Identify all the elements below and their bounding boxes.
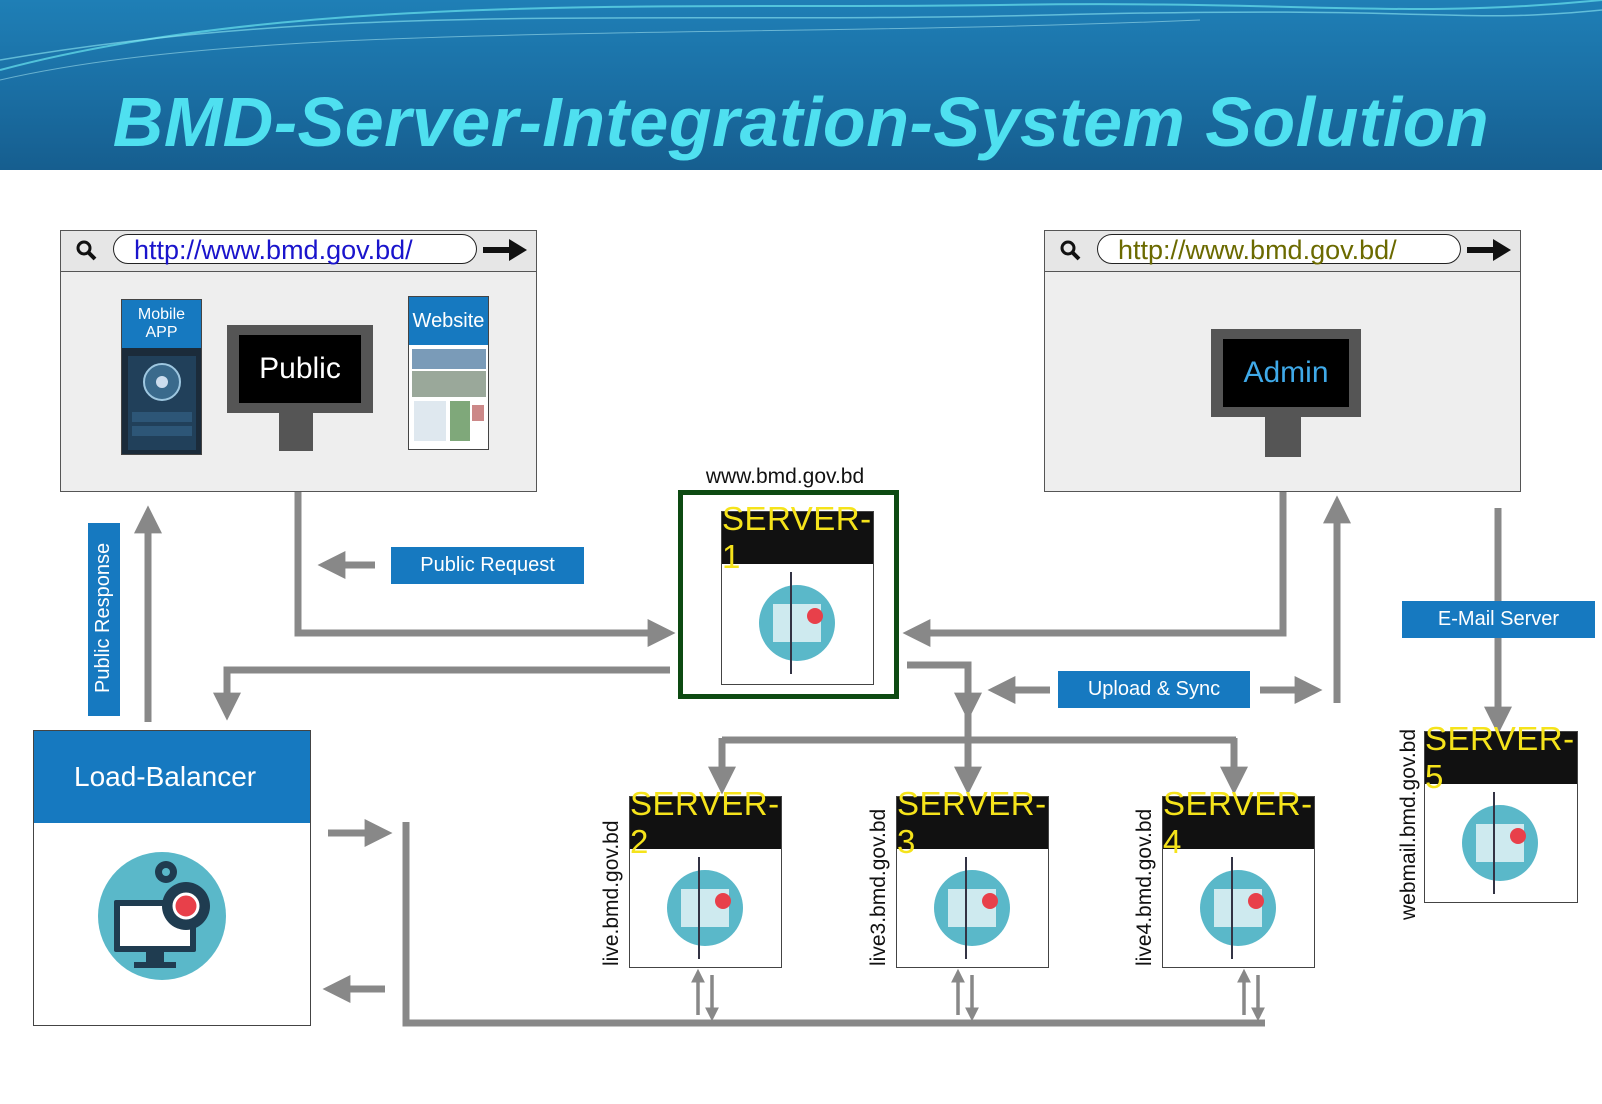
public-monitor-stand	[279, 413, 313, 451]
mobile-app-screen-image	[128, 356, 196, 450]
bmd-logo-icon	[1200, 857, 1276, 959]
public-response-box: Public Response	[88, 523, 120, 716]
server3-box: SERVER-3	[896, 785, 1049, 968]
server1-label: SERVER-1	[722, 500, 873, 575]
public-browser-bar: http://www.bmd.gov.bd/	[61, 231, 536, 272]
server4-label: SERVER-4	[1163, 785, 1314, 860]
email-server-label: E-Mail Server	[1402, 601, 1595, 638]
public-monitor: Public	[227, 325, 373, 413]
server5-domain: webmail.bmd.gov.bd	[1397, 728, 1420, 920]
go-arrow-icon[interactable]	[481, 237, 529, 263]
load-balancer-label: Load-Balancer	[34, 731, 310, 823]
bmd-logo-icon	[667, 857, 743, 959]
go-arrow-icon[interactable]	[1465, 237, 1513, 263]
mobile-app-label: Mobile APP	[122, 300, 201, 348]
website-label: Website	[409, 297, 488, 345]
admin-url-field[interactable]: http://www.bmd.gov.bd/	[1097, 234, 1461, 265]
server2-box: SERVER-2	[629, 785, 782, 968]
search-icon	[1060, 240, 1081, 261]
admin-browser-bar: http://www.bmd.gov.bd/	[1045, 231, 1520, 272]
public-response-label: Public Response	[92, 542, 114, 693]
admin-monitor: Admin	[1211, 329, 1361, 417]
admin-browser-window: http://www.bmd.gov.bd/ Admin	[1044, 230, 1521, 492]
bmd-logo-icon	[934, 857, 1010, 959]
server2-label: SERVER-2	[630, 785, 781, 860]
mobile-app-thumbnail: Mobile APP	[121, 299, 202, 455]
admin-monitor-stand	[1265, 417, 1301, 457]
server4-domain: live4.bmd.gov.bd	[1133, 808, 1156, 966]
arrow-server1-down	[907, 661, 982, 721]
public-browser-window: http://www.bmd.gov.bd/ Mobile APP Public…	[60, 230, 537, 492]
arrow-admin-to-server1	[902, 490, 1287, 647]
public-url-field[interactable]: http://www.bmd.gov.bd/	[113, 234, 477, 265]
server1-domain: www.bmd.gov.bd	[705, 465, 865, 488]
server5-box: SERVER-5	[1424, 720, 1578, 903]
server1-frame: SERVER-1	[678, 490, 899, 699]
website-thumbnail: Website	[408, 296, 489, 450]
server3-label: SERVER-3	[897, 785, 1048, 860]
load-balancer-box: Load-Balancer	[33, 730, 311, 1026]
public-request-label: Public Request	[391, 547, 584, 584]
search-icon	[76, 240, 97, 261]
server1-box: SERVER-1	[721, 500, 874, 685]
admin-monitor-label: Admin	[1223, 339, 1349, 407]
bmd-logo-icon	[759, 572, 835, 674]
website-screen-image	[412, 349, 486, 441]
server2-domain: live.bmd.gov.bd	[600, 820, 623, 966]
public-monitor-label: Public	[239, 335, 361, 403]
upload-sync-label: Upload & Sync	[1058, 671, 1250, 708]
bmd-logo-icon	[1462, 792, 1538, 894]
server5-label: SERVER-5	[1425, 720, 1577, 795]
server4-box: SERVER-4	[1162, 785, 1315, 968]
server3-domain: live3.bmd.gov.bd	[867, 808, 890, 966]
arrow-server1-to-lb	[213, 666, 670, 721]
load-balancer-icon	[98, 852, 226, 980]
